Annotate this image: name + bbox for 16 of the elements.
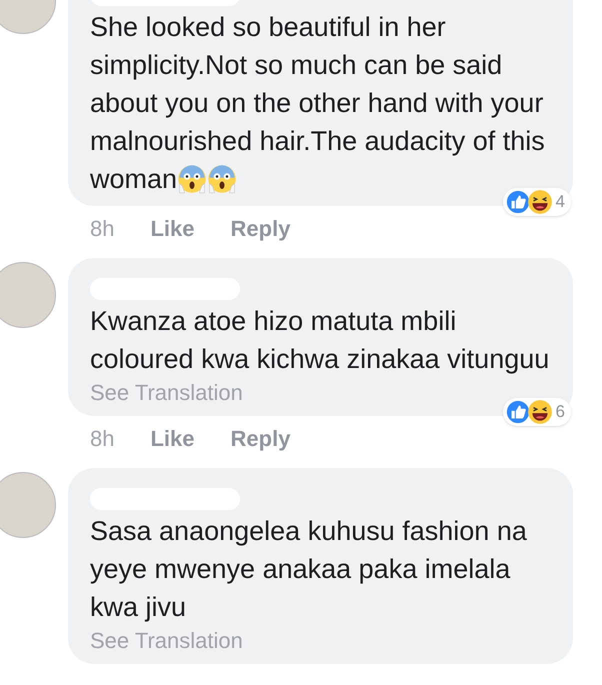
comment-time: 8h	[90, 214, 114, 242]
comment-text: Sasa anaongelea kuhusu fashion na yeye mwenye anakaa paka imelala kwa jivu	[90, 515, 528, 624]
see-translation-link[interactable]: See Translation	[90, 626, 243, 656]
like-button[interactable]: Like	[150, 422, 195, 454]
reply-button[interactable]: Reply	[230, 422, 290, 454]
comment-text: Kwanza atoe hizo matuta mbili coloured kwa kichwa zinakaa vitunguu	[90, 305, 550, 376]
like-button[interactable]: Like	[150, 212, 195, 244]
avatar-placeholder	[0, 262, 56, 328]
comment-time: 8h	[90, 424, 114, 452]
reaction-count: 4	[556, 191, 565, 214]
see-translation-link[interactable]: See Translation	[90, 378, 243, 408]
reactions-badge[interactable]: 4	[502, 188, 571, 216]
reaction-count: 6	[556, 401, 565, 424]
reactions-badge[interactable]: 6	[502, 398, 571, 426]
avatar-placeholder	[0, 472, 56, 538]
reply-button[interactable]: Reply	[230, 212, 290, 244]
